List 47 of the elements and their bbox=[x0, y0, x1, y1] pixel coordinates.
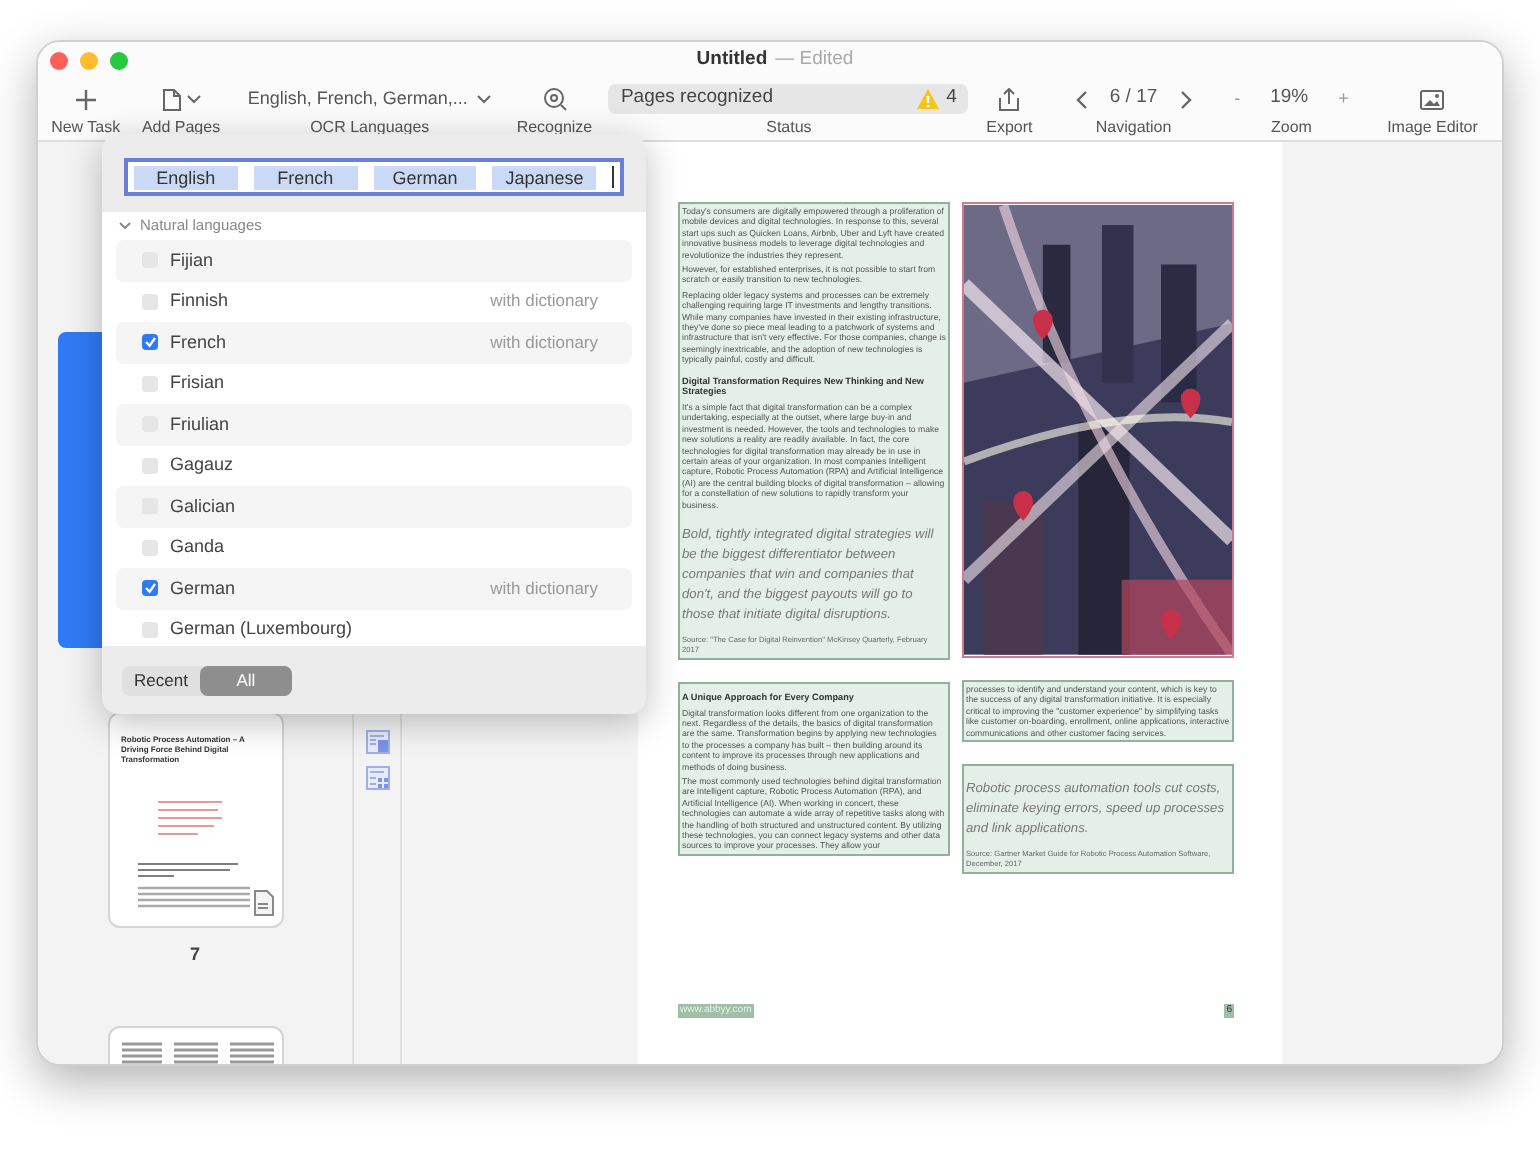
language-name: French bbox=[170, 329, 229, 355]
warning-count: 4 bbox=[946, 84, 957, 113]
dictionary-note: with dictionary bbox=[490, 329, 598, 356]
toolbar-label: New Task bbox=[51, 118, 121, 138]
language-row[interactable]: Friulian bbox=[116, 404, 632, 445]
language-row[interactable]: Galician bbox=[116, 486, 632, 527]
page-indicator: 6 / 17 bbox=[1109, 84, 1158, 113]
language-name: Gagauz bbox=[170, 452, 236, 478]
language-row[interactable]: German (Luxembourg) bbox=[116, 609, 632, 646]
language-token[interactable]: English bbox=[134, 165, 238, 189]
language-row[interactable]: German with dictionary bbox=[116, 568, 632, 609]
status-field: Pages recognized 4 bbox=[608, 84, 969, 114]
language-token-field[interactable]: English French German Japanese bbox=[124, 158, 624, 196]
language-name: Finnish bbox=[170, 288, 231, 314]
language-row[interactable]: French with dictionary bbox=[116, 322, 632, 363]
language-token[interactable]: French bbox=[253, 165, 358, 189]
dictionary-note: with dictionary bbox=[490, 575, 598, 602]
language-token[interactable]: German bbox=[373, 165, 477, 189]
language-row[interactable]: Ganda bbox=[116, 527, 632, 568]
segmented-control[interactable]: Recent All bbox=[122, 665, 292, 695]
language-name: Frisian bbox=[170, 370, 227, 396]
ocr-languages-dropdown[interactable]: English, French, German,... bbox=[247, 85, 492, 113]
language-name: Ganda bbox=[170, 534, 227, 560]
language-name: Galician bbox=[170, 493, 238, 519]
window-title: Untitled bbox=[696, 45, 768, 74]
language-row[interactable]: Fijian bbox=[116, 240, 632, 281]
zoom-level: 19% bbox=[1270, 84, 1309, 113]
toolbar-label: Status bbox=[766, 118, 812, 138]
window-subtitle: — Edited bbox=[775, 45, 854, 74]
filter-tab[interactable]: Recent bbox=[122, 665, 200, 695]
language-row[interactable]: Finnish with dictionary bbox=[116, 281, 632, 322]
toolbar-label: OCR Languages bbox=[310, 118, 430, 138]
language-row[interactable]: Gagauz bbox=[116, 445, 632, 486]
toolbar-label: Zoom bbox=[1271, 118, 1312, 138]
language-row[interactable]: Frisian bbox=[116, 363, 632, 404]
toolbar-label: Image Editor bbox=[1387, 118, 1478, 138]
dictionary-note: with dictionary bbox=[490, 288, 598, 315]
toolbar-label: Navigation bbox=[1095, 118, 1172, 138]
page-number: 7 bbox=[189, 942, 200, 968]
language-token[interactable]: Japanese bbox=[492, 165, 597, 189]
toolbar-label: Export bbox=[986, 118, 1033, 138]
toolbar-label: Recognize bbox=[516, 118, 593, 138]
language-name: German bbox=[170, 575, 238, 601]
toolbar-label: Add Pages bbox=[141, 118, 221, 138]
language-name: German (Luxembourg) bbox=[170, 616, 355, 642]
language-name: Fijian bbox=[170, 247, 216, 274]
language-name: Friulian bbox=[170, 411, 232, 437]
